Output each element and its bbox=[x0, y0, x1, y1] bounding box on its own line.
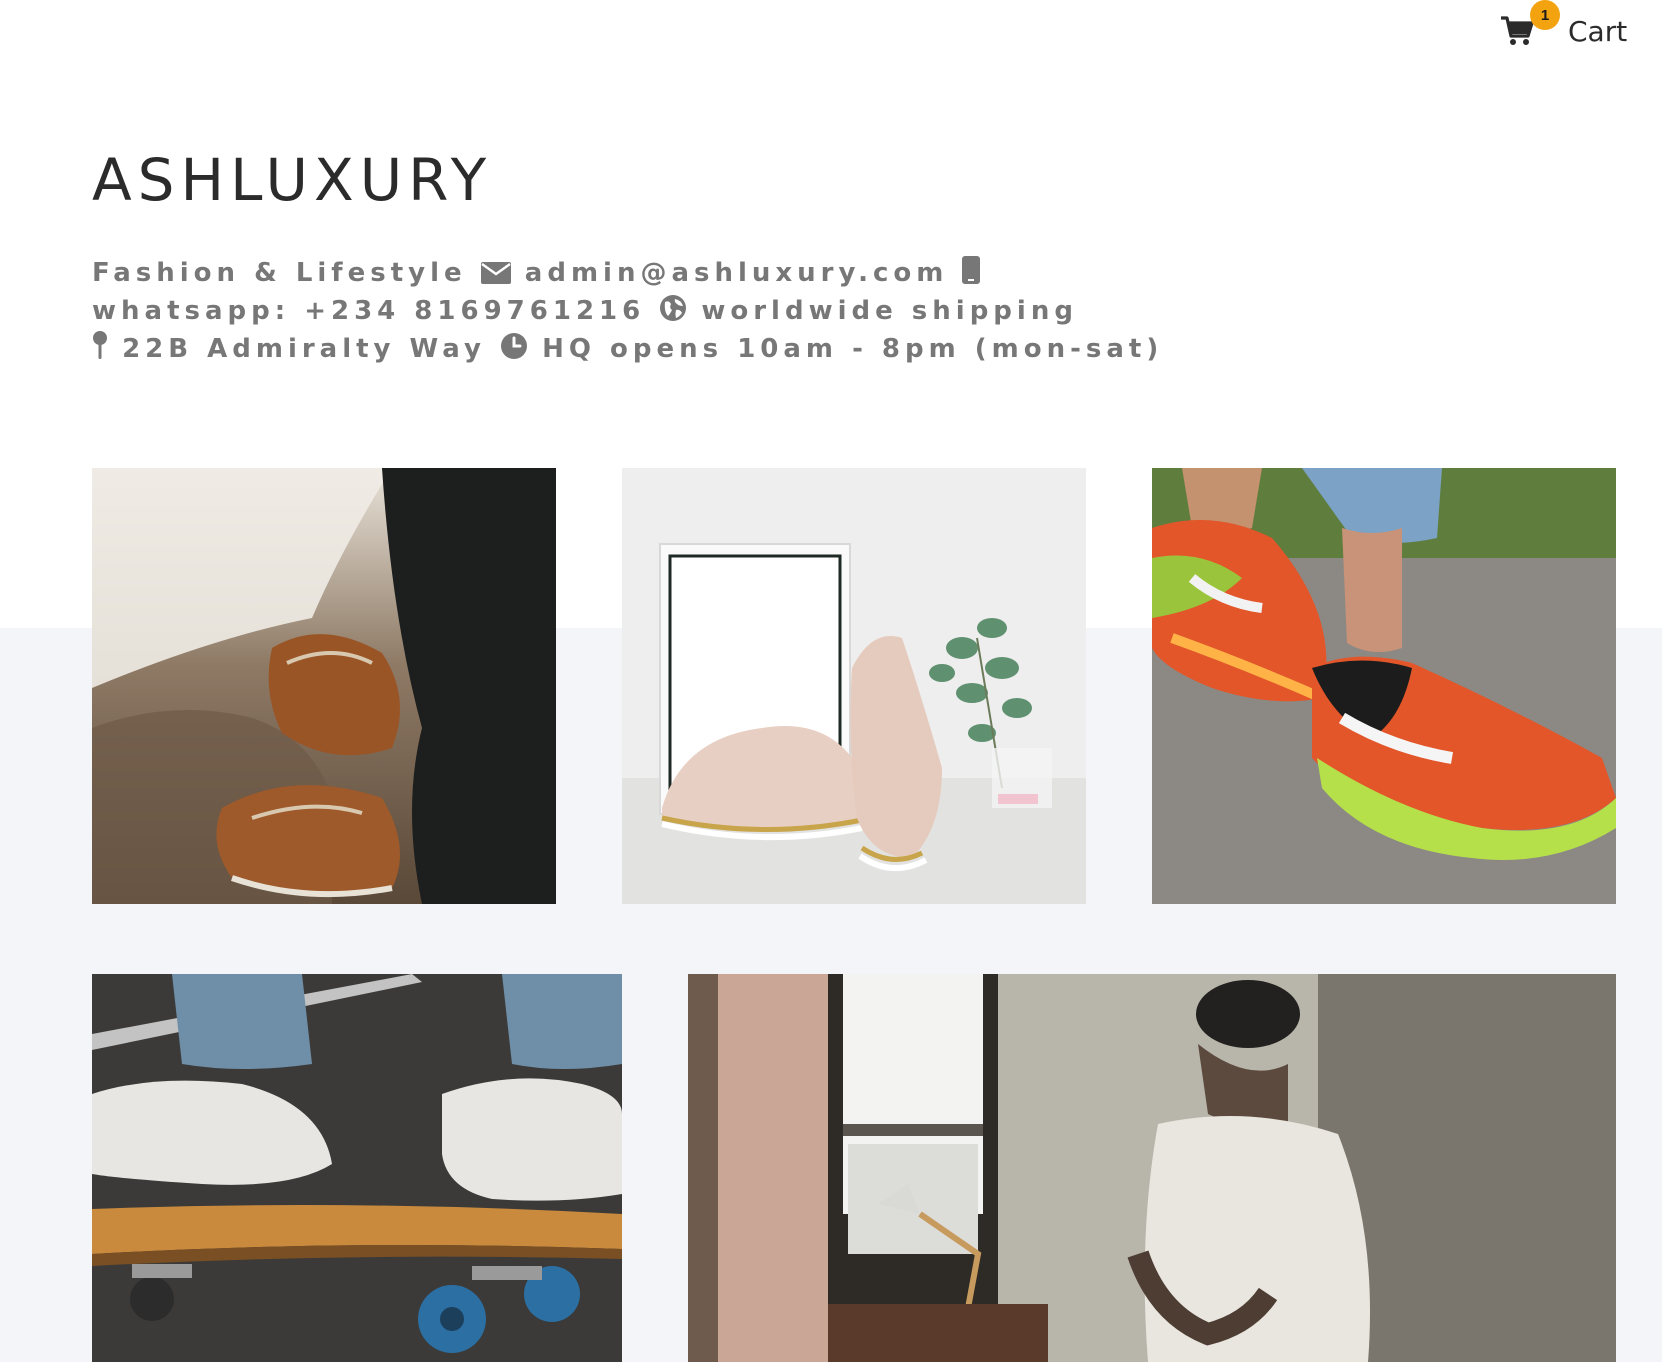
cart-count-badge: 1 bbox=[1530, 0, 1560, 30]
brand-title: ASHLUXURY bbox=[92, 146, 493, 214]
map-pin-icon bbox=[92, 330, 108, 360]
email-link[interactable]: admin@ashluxury.com bbox=[525, 258, 949, 288]
clock-icon bbox=[500, 332, 528, 360]
tagline: Fashion & Lifestyle bbox=[92, 258, 467, 288]
cart-button[interactable]: 1 Cart bbox=[1500, 0, 1627, 48]
opening-hours: HQ opens 10am - 8pm (mon-sat) bbox=[542, 334, 1164, 364]
gallery-image-running-sneakers[interactable] bbox=[1152, 468, 1616, 904]
cart-label[interactable]: Cart bbox=[1568, 15, 1627, 48]
mobile-phone-icon bbox=[962, 256, 981, 284]
globe-icon bbox=[659, 294, 687, 322]
store-info: Fashion & Lifestyle admin@ashluxury.com … bbox=[92, 254, 1212, 368]
gallery-image-man-by-window[interactable] bbox=[688, 974, 1616, 1362]
address: 22B Admiralty Way bbox=[122, 334, 487, 364]
whatsapp-contact: whatsapp: +234 8169761216 bbox=[92, 296, 646, 326]
gallery-image-pink-brogues[interactable] bbox=[622, 468, 1086, 904]
envelope-icon bbox=[480, 262, 511, 284]
shipping-note: worldwide shipping bbox=[701, 296, 1078, 326]
gallery-image-skateboard-sneakers[interactable] bbox=[92, 974, 622, 1362]
shopping-cart-icon[interactable]: 1 bbox=[1500, 0, 1560, 48]
gallery-image-leather-shoes[interactable] bbox=[92, 468, 556, 904]
